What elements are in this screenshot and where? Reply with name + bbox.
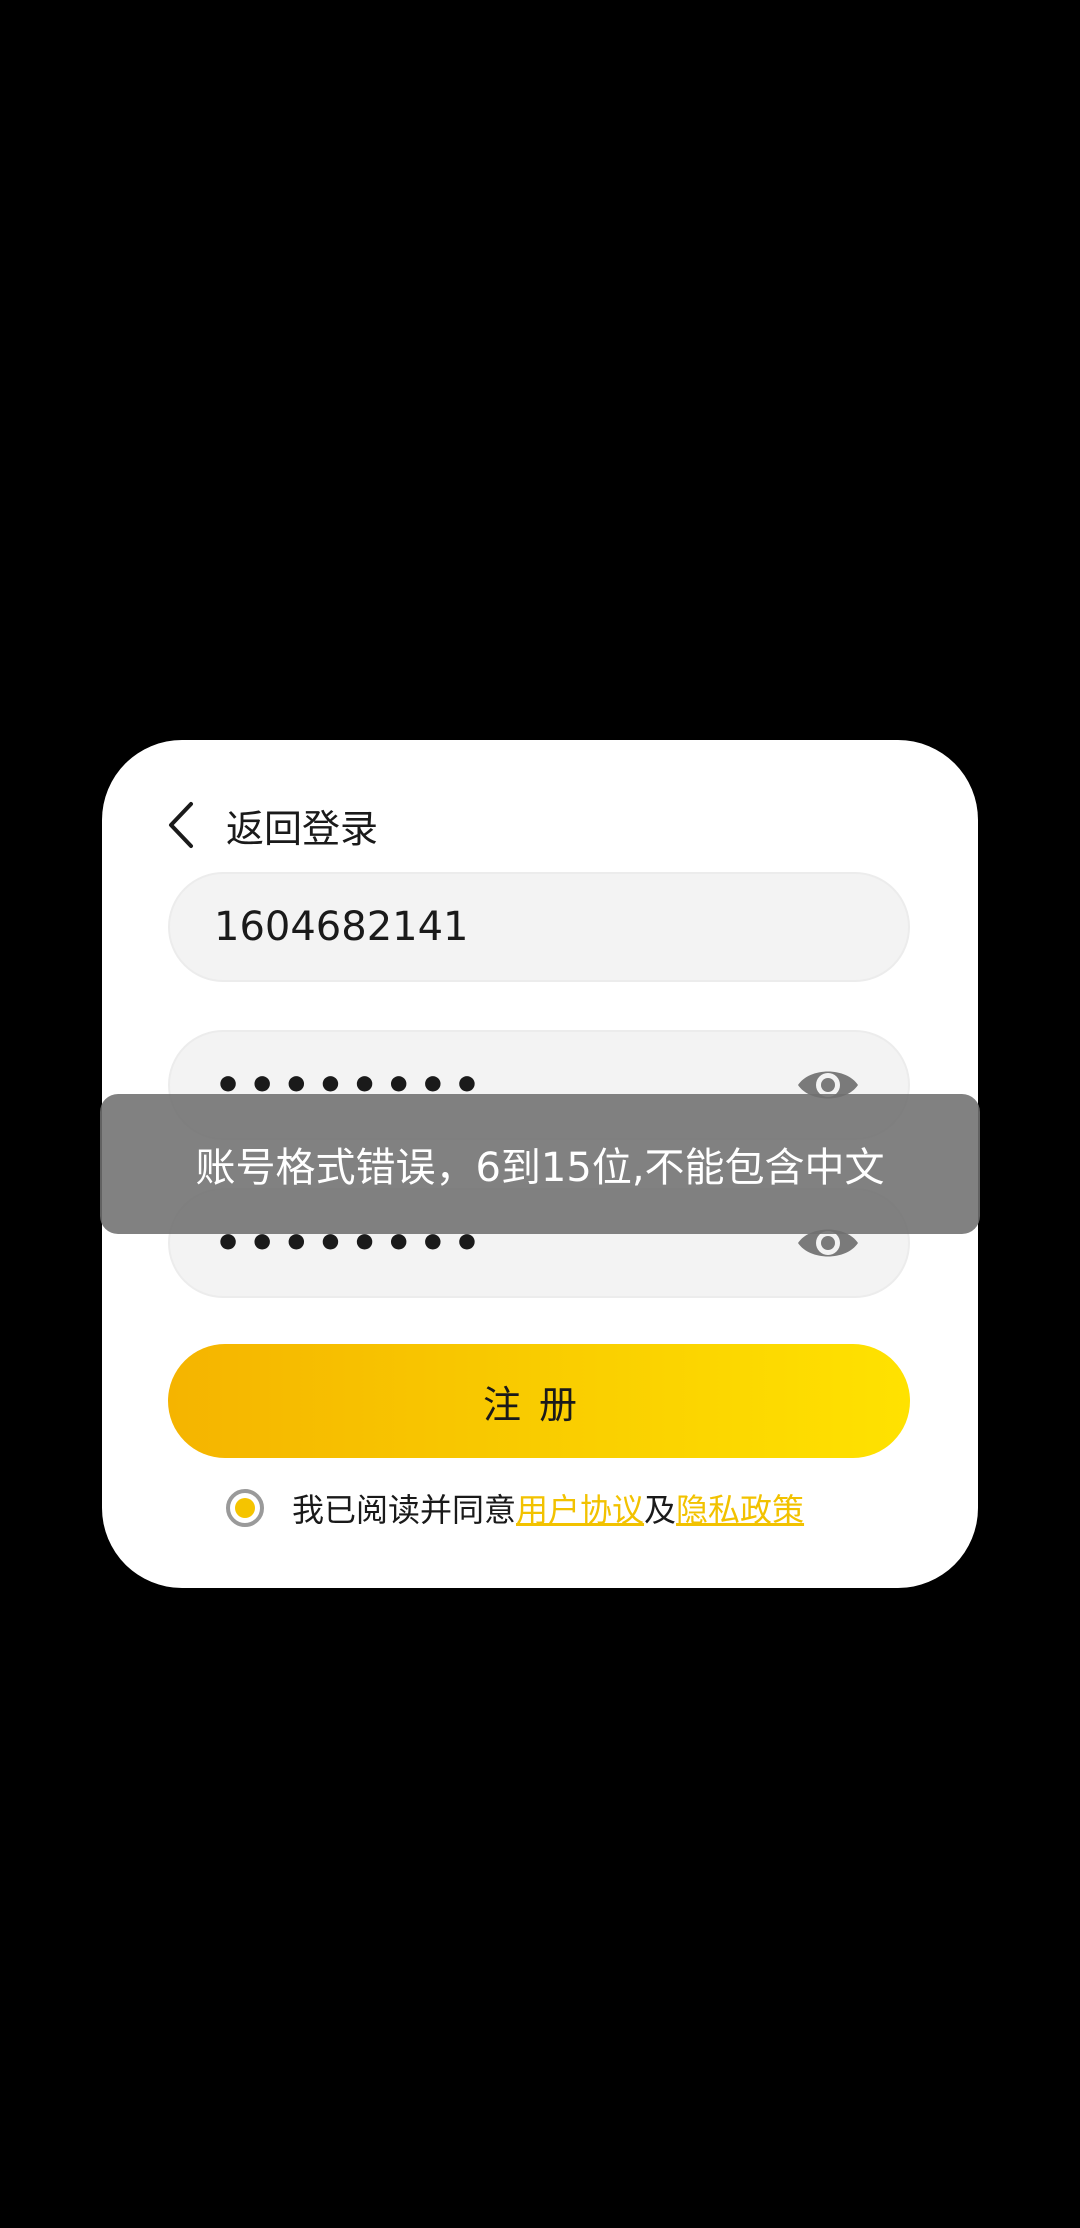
- privacy-policy-link[interactable]: 隐私政策: [676, 1485, 804, 1531]
- toast-message: 账号格式错误，6到15位,不能包含中文: [195, 1145, 885, 1191]
- chevron-left-icon[interactable]: [162, 795, 202, 855]
- screen: 返回登录 注: [0, 0, 1080, 2228]
- radio-checked-icon[interactable]: [226, 1489, 264, 1527]
- error-toast: 账号格式错误，6到15位,不能包含中文: [100, 1094, 980, 1234]
- agreement-prefix: 我已阅读并同意: [292, 1491, 517, 1529]
- back-to-login-label: 返回登录: [226, 806, 379, 851]
- radio-dot: [235, 1498, 255, 1518]
- user-agreement-link[interactable]: 用户协议: [516, 1485, 644, 1531]
- back-to-login-button[interactable]: 返回登录: [162, 790, 378, 860]
- register-button[interactable]: 注册: [168, 1344, 910, 1458]
- agreement-row: 我已阅读并同意 用户协议 及 隐私政策: [226, 1478, 804, 1538]
- account-field[interactable]: [168, 872, 910, 982]
- account-input[interactable]: [214, 904, 774, 950]
- agreement-conjunction: 及: [644, 1491, 677, 1529]
